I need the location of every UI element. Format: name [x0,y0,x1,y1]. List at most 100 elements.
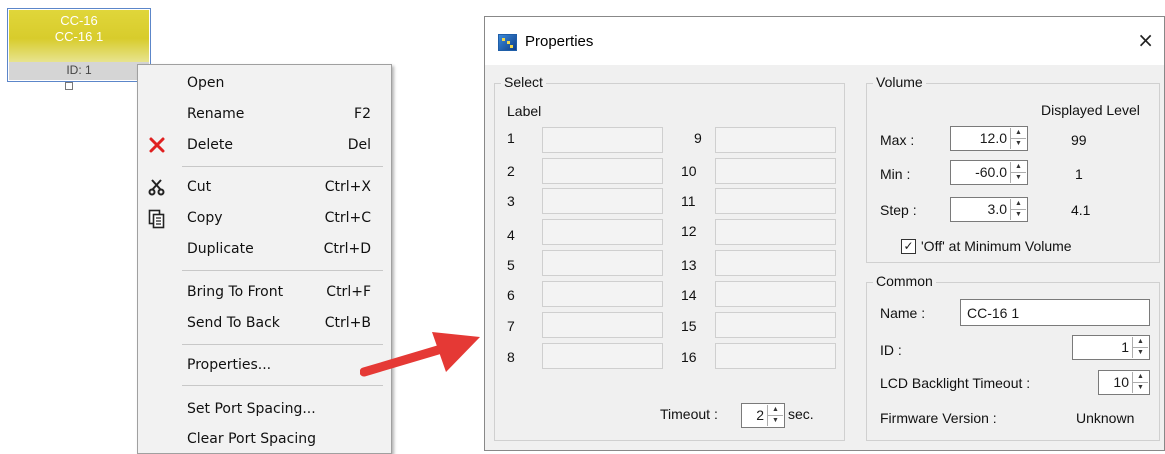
label-field-11[interactable] [715,188,836,214]
timeout-stepper[interactable]: 2 ▲ ▼ [741,403,785,428]
timeout-spin-buttons[interactable]: ▲ ▼ [767,405,783,426]
min-spin-buttons[interactable]: ▲ ▼ [1010,162,1026,183]
label-field-5[interactable] [542,250,663,276]
spin-down-icon[interactable]: ▼ [1011,210,1026,220]
menu-item-cut[interactable]: Cut Ctrl+X [138,175,391,201]
label-row-number: 10 [681,163,697,179]
name-input[interactable]: CC-16 1 [960,299,1150,326]
device-id-label: ID: 1 [66,63,92,77]
spin-up-icon[interactable]: ▲ [1011,162,1026,173]
label-field-16[interactable] [715,343,836,369]
menu-item-send-to-back[interactable]: Send To Back Ctrl+B [138,311,391,337]
id-value: 1 [1121,339,1129,355]
menu-item-label: Set Port Spacing... [187,401,316,417]
menu-item-label: Properties... [187,357,272,373]
menu-item-copy[interactable]: Copy Ctrl+C [138,206,391,232]
spin-up-icon[interactable]: ▲ [768,405,783,416]
label-field-4[interactable] [542,219,663,245]
spin-down-icon[interactable]: ▼ [1133,383,1148,393]
menu-item-open[interactable]: Open [138,71,391,97]
min-volume-stepper[interactable]: -60.0 ▲ ▼ [950,160,1028,185]
min-label: Min : [880,166,911,182]
spin-down-icon[interactable]: ▼ [1011,173,1026,183]
menu-item-label: Bring To Front [187,284,284,300]
menu-item-delete[interactable]: Delete Del [138,133,391,159]
menu-item-label: Open [187,75,225,91]
timeout-unit: sec. [788,406,814,422]
id-spin-buttons[interactable]: ▲ ▼ [1132,337,1148,358]
label-field-13[interactable] [715,250,836,276]
label-row-number: 13 [681,257,697,273]
menu-item-shortcut: Ctrl+F [326,284,371,300]
menu-separator [182,385,383,386]
label-row-number: 11 [681,193,696,209]
label-field-6[interactable] [542,281,663,307]
label-field-2[interactable] [542,158,663,184]
off-at-min-checkbox[interactable]: ✓ [901,239,916,254]
menu-item-rename[interactable]: Rename F2 [138,102,391,128]
spin-down-icon[interactable]: ▼ [1133,348,1148,358]
spin-up-icon[interactable]: ▲ [1133,372,1148,383]
label-field-12[interactable] [715,219,836,245]
backlight-timeout-value: 10 [1113,374,1129,390]
label-row-number: 14 [681,287,697,303]
step-volume-stepper[interactable]: 3.0 ▲ ▼ [950,197,1028,222]
device-block-cc16[interactable]: CC-16 CC-16 1 ID: 1 [7,8,151,82]
label-row-number: 5 [507,257,515,273]
id-stepper[interactable]: 1 ▲ ▼ [1072,335,1150,360]
menu-separator [182,166,383,167]
menu-item-bring-to-front[interactable]: Bring To Front Ctrl+F [138,280,391,306]
dialog-title: Properties [525,33,594,50]
dialog-titlebar: Properties × [485,17,1164,65]
label-field-1[interactable] [542,127,663,153]
label-row-number: 7 [507,318,515,334]
label-column-header: Label [507,103,542,119]
label-field-14[interactable] [715,281,836,307]
label-row-number: 12 [681,223,697,239]
name-input-value: CC-16 1 [967,305,1020,321]
menu-item-clear-port-spacing[interactable]: Clear Port Spacing [138,427,391,453]
menu-item-shortcut: Ctrl+C [324,210,371,226]
label-field-8[interactable] [542,343,663,369]
spin-up-icon[interactable]: ▲ [1011,128,1026,139]
timeout-value: 2 [756,407,764,423]
menu-item-shortcut: Del [347,137,371,153]
max-spin-buttons[interactable]: ▲ ▼ [1010,128,1026,149]
timeout-label: Timeout : [660,406,718,422]
backlight-timeout-label: LCD Backlight Timeout : [880,375,1031,391]
step-spin-buttons[interactable]: ▲ ▼ [1010,199,1026,220]
close-icon[interactable]: × [1137,28,1154,52]
menu-item-set-port-spacing[interactable]: Set Port Spacing... [138,397,391,423]
common-group-title: Common [873,273,936,289]
min-volume-value: -60.0 [975,164,1007,180]
max-displayed-level: 99 [1071,132,1087,148]
menu-item-label: Clear Port Spacing [187,431,316,447]
label-field-9[interactable] [715,127,836,153]
label-field-10[interactable] [715,158,836,184]
backlight-timeout-stepper[interactable]: 10 ▲ ▼ [1098,370,1150,395]
label-field-15[interactable] [715,312,836,338]
spin-up-icon[interactable]: ▲ [1011,199,1026,210]
app-icon [498,34,517,51]
device-port-handle[interactable] [65,82,73,90]
menu-item-duplicate[interactable]: Duplicate Ctrl+D [138,237,391,263]
spin-down-icon[interactable]: ▼ [768,416,783,426]
menu-item-properties[interactable]: Properties... [138,353,391,379]
spin-down-icon[interactable]: ▼ [1011,139,1026,149]
label-field-3[interactable] [542,188,663,214]
label-row-number: 4 [507,227,515,243]
backlight-spin-buttons[interactable]: ▲ ▼ [1132,372,1148,393]
label-field-7[interactable] [542,312,663,338]
spin-up-icon[interactable]: ▲ [1133,337,1148,348]
label-row-number: 16 [681,349,697,365]
select-group-title: Select [501,74,546,90]
max-volume-stepper[interactable]: 12.0 ▲ ▼ [950,126,1028,151]
displayed-level-header: Displayed Level [1041,102,1140,118]
label-row-number: 2 [507,163,515,179]
label-row-number: 3 [507,193,515,209]
copy-icon [147,209,167,229]
volume-group-title: Volume [873,74,926,90]
label-row-number: 6 [507,287,515,303]
step-volume-value: 3.0 [987,201,1007,217]
pointer-arrow-icon [360,332,480,377]
